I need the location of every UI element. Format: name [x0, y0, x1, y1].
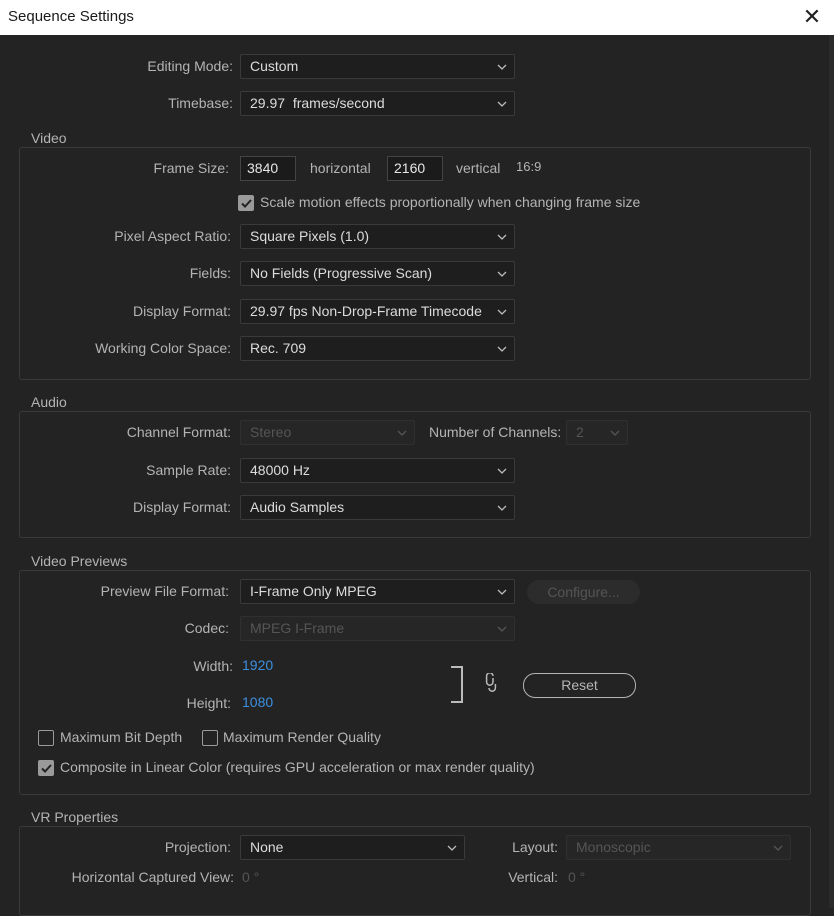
projection-value: None: [250, 839, 284, 855]
codec-label: Codec:: [184, 620, 229, 636]
audio-display-format-value: Audio Samples: [250, 499, 345, 515]
chevron-down-icon: [497, 234, 507, 240]
layout-dropdown: Monoscopic: [566, 835, 791, 860]
fields-value: No Fields (Progressive Scan): [250, 265, 433, 281]
width-label: Width:: [193, 658, 233, 674]
pixel-aspect-value: Square Pixels (1.0): [250, 228, 370, 244]
preview-file-format-label: Preview File Format:: [100, 583, 229, 599]
aspect-ratio-text: 16:9: [516, 159, 542, 174]
editing-mode-value: Custom: [250, 58, 299, 74]
codec-dropdown: MPEG I-Frame: [240, 616, 515, 641]
audio-display-format-label: Display Format:: [132, 499, 231, 515]
frame-height-input[interactable]: 2160: [387, 156, 443, 181]
max-render-quality-checkbox[interactable]: [202, 730, 218, 746]
scale-motion-label: Scale motion effects proportionally when…: [260, 194, 641, 210]
display-format-value: 29.97 fps Non-Drop-Frame Timecode: [250, 303, 482, 319]
audio-display-format-dropdown[interactable]: Audio Samples: [240, 495, 515, 520]
max-render-quality-label: Maximum Render Quality: [223, 729, 381, 745]
chevron-down-icon: [497, 505, 507, 511]
frame-size-label: Frame Size:: [153, 160, 229, 176]
link-icon[interactable]: [484, 673, 500, 695]
background-strip: [829, 35, 834, 908]
vr-vertical-value: 0 °: [568, 869, 586, 885]
horizontal-captured-view-value: 0 °: [242, 869, 260, 885]
chevron-down-icon: [497, 346, 507, 352]
editing-mode-dropdown[interactable]: Custom: [240, 54, 515, 79]
fields-label: Fields:: [189, 265, 231, 281]
window-title: Sequence Settings: [8, 8, 134, 25]
video-group-title: Video: [29, 130, 69, 146]
configure-button: Configure...: [527, 580, 640, 604]
color-space-label: Working Color Space:: [95, 340, 231, 356]
num-channels-label: Number of Channels:: [429, 424, 562, 440]
chevron-down-icon: [497, 589, 507, 595]
sample-rate-dropdown[interactable]: 48000 Hz: [240, 458, 515, 483]
horizontal-label: horizontal: [310, 160, 371, 176]
display-format-label: Display Format:: [132, 303, 231, 319]
sample-rate-label: Sample Rate:: [146, 462, 231, 478]
vr-vertical-label: Vertical:: [508, 869, 558, 885]
timebase-value: 29.97 frames/second: [250, 95, 385, 111]
reset-button[interactable]: Reset: [523, 673, 636, 698]
max-bit-depth-label: Maximum Bit Depth: [60, 729, 183, 745]
display-format-dropdown[interactable]: 29.97 fps Non-Drop-Frame Timecode: [240, 299, 515, 324]
frame-width-input[interactable]: 3840: [240, 156, 296, 181]
aspect-bracket-icon: [451, 666, 463, 703]
linear-color-label: Composite in Linear Color (requires GPU …: [60, 759, 535, 775]
chevron-down-icon: [397, 430, 407, 436]
close-icon[interactable]: ✕: [800, 5, 824, 29]
fields-dropdown[interactable]: No Fields (Progressive Scan): [240, 261, 515, 286]
editing-mode-label: Editing Mode:: [147, 58, 233, 74]
chevron-down-icon: [773, 845, 783, 851]
scale-motion-checkbox[interactable]: [238, 195, 254, 211]
channel-format-dropdown: Stereo: [240, 420, 415, 445]
chevron-down-icon: [497, 468, 507, 474]
width-value[interactable]: 1920: [242, 657, 273, 673]
color-space-value: Rec. 709: [250, 340, 307, 356]
vertical-label: vertical: [456, 160, 501, 176]
color-space-dropdown[interactable]: Rec. 709: [240, 336, 515, 361]
num-channels-value: 2: [576, 424, 584, 440]
horizontal-captured-view-label: Horizontal Captured View:: [71, 869, 234, 885]
channel-format-label: Channel Format:: [126, 424, 231, 440]
preview-file-format-dropdown[interactable]: I-Frame Only MPEG: [240, 579, 515, 604]
timebase-dropdown[interactable]: 29.97 frames/second: [240, 91, 515, 116]
layout-label: Layout:: [512, 839, 558, 855]
codec-value: MPEG I-Frame: [250, 620, 345, 636]
sample-rate-value: 48000 Hz: [250, 462, 310, 478]
checkmark-icon: [41, 764, 52, 773]
chevron-down-icon: [497, 101, 507, 107]
projection-label: Projection:: [164, 839, 231, 855]
chevron-down-icon: [497, 626, 507, 632]
chevron-down-icon: [497, 309, 507, 315]
height-value[interactable]: 1080: [242, 694, 273, 710]
max-bit-depth-checkbox[interactable]: [38, 730, 54, 746]
video-previews-group-title: Video Previews: [29, 553, 130, 569]
checkmark-icon: [241, 199, 252, 208]
chevron-down-icon: [497, 64, 507, 70]
chevron-down-icon: [447, 845, 457, 851]
audio-group-title: Audio: [29, 394, 69, 410]
title-bar: Sequence Settings ✕: [0, 0, 834, 35]
timebase-label: Timebase:: [168, 95, 233, 111]
channel-format-value: Stereo: [250, 424, 292, 440]
linear-color-checkbox[interactable]: [38, 760, 54, 776]
pixel-aspect-label: Pixel Aspect Ratio:: [114, 228, 231, 244]
height-label: Height:: [186, 695, 231, 711]
layout-value: Monoscopic: [576, 839, 651, 855]
vr-properties-group-title: VR Properties: [29, 809, 121, 825]
num-channels-dropdown: 2: [566, 420, 628, 445]
chevron-down-icon: [497, 271, 507, 277]
pixel-aspect-dropdown[interactable]: Square Pixels (1.0): [240, 224, 515, 249]
chevron-down-icon: [610, 430, 620, 436]
preview-file-format-value: I-Frame Only MPEG: [250, 583, 377, 599]
projection-dropdown[interactable]: None: [240, 835, 465, 860]
